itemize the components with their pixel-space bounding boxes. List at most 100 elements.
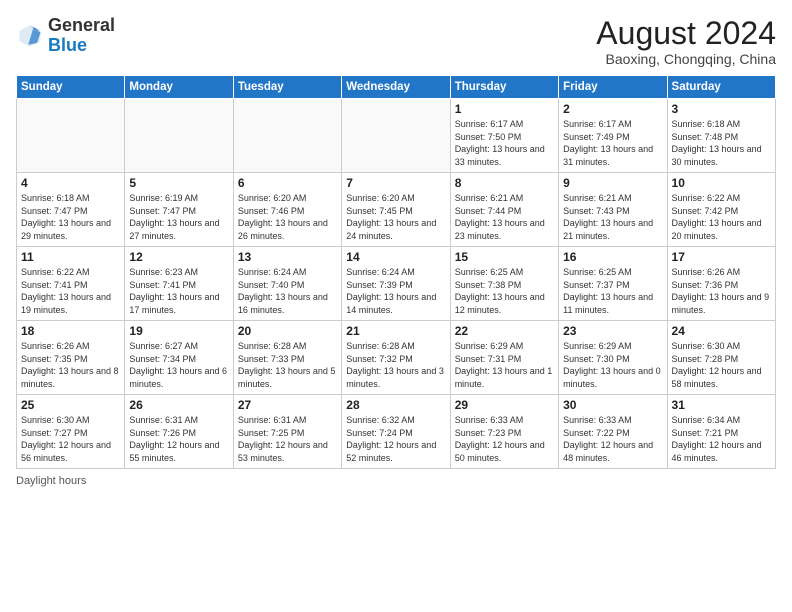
day-info: Sunrise: 6:17 AM Sunset: 7:49 PM Dayligh… [563,118,662,168]
day-cell: 31Sunrise: 6:34 AM Sunset: 7:21 PM Dayli… [667,395,775,469]
day-info: Sunrise: 6:20 AM Sunset: 7:45 PM Dayligh… [346,192,445,242]
day-info: Sunrise: 6:27 AM Sunset: 7:34 PM Dayligh… [129,340,228,390]
logo: General Blue [16,16,115,56]
day-info: Sunrise: 6:34 AM Sunset: 7:21 PM Dayligh… [672,414,771,464]
day-cell [125,99,233,173]
day-info: Sunrise: 6:19 AM Sunset: 7:47 PM Dayligh… [129,192,228,242]
day-info: Sunrise: 6:31 AM Sunset: 7:25 PM Dayligh… [238,414,337,464]
day-number: 22 [455,324,554,338]
day-cell: 29Sunrise: 6:33 AM Sunset: 7:23 PM Dayli… [450,395,558,469]
logo-icon [16,22,44,50]
day-info: Sunrise: 6:18 AM Sunset: 7:47 PM Dayligh… [21,192,120,242]
day-number: 9 [563,176,662,190]
day-info: Sunrise: 6:20 AM Sunset: 7:46 PM Dayligh… [238,192,337,242]
day-info: Sunrise: 6:29 AM Sunset: 7:30 PM Dayligh… [563,340,662,390]
day-cell: 12 Sunrise: 6:23 AM Sunset: 7:41 PM Dayli… [125,247,233,321]
day-cell: 14 Sunrise: 6:24 AM Sunset: 7:39 PM Dayli… [342,247,450,321]
day-number: 13 [238,250,337,264]
day-info: Sunrise: 6:25 AM Sunset: 7:37 PM Dayligh… [563,266,662,316]
day-cell: 15Sunrise: 6:25 AM Sunset: 7:38 PM Dayli… [450,247,558,321]
day-number: 19 [129,324,228,338]
day-number: 14 [346,250,445,264]
day-cell: 6 Sunrise: 6:20 AM Sunset: 7:46 PM Daylig… [233,173,341,247]
day-number: 18 [21,324,120,338]
day-number: 5 [129,176,228,190]
day-cell: 2 Sunrise: 6:17 AM Sunset: 7:49 PM Daylig… [559,99,667,173]
day-cell: 21Sunrise: 6:28 AM Sunset: 7:32 PM Dayli… [342,321,450,395]
day-cell: 5 Sunrise: 6:19 AM Sunset: 7:47 PM Daylig… [125,173,233,247]
day-info: Sunrise: 6:30 AM Sunset: 7:28 PM Dayligh… [672,340,771,390]
day-info: Sunrise: 6:32 AM Sunset: 7:24 PM Dayligh… [346,414,445,464]
day-info: Sunrise: 6:21 AM Sunset: 7:44 PM Dayligh… [455,192,554,242]
week-row-4: 18Sunrise: 6:26 AM Sunset: 7:35 PM Dayli… [17,321,776,395]
day-cell [342,99,450,173]
day-cell: 1 Sunrise: 6:17 AM Sunset: 7:50 PM Daylig… [450,99,558,173]
day-number: 15 [455,250,554,264]
day-number: 4 [21,176,120,190]
footer: Daylight hours [16,475,776,487]
day-cell: 13 Sunrise: 6:24 AM Sunset: 7:40 PM Dayli… [233,247,341,321]
day-info: Sunrise: 6:24 AM Sunset: 7:40 PM Dayligh… [238,266,337,316]
weekday-thursday: Thursday [450,76,558,99]
month-year: August 2024 [596,16,776,51]
day-cell: 17Sunrise: 6:26 AM Sunset: 7:36 PM Dayli… [667,247,775,321]
day-number: 11 [21,250,120,264]
day-cell: 3Sunrise: 6:18 AM Sunset: 7:48 PM Daylig… [667,99,775,173]
day-info: Sunrise: 6:33 AM Sunset: 7:23 PM Dayligh… [455,414,554,464]
day-info: Sunrise: 6:22 AM Sunset: 7:41 PM Dayligh… [21,266,120,316]
day-info: Sunrise: 6:31 AM Sunset: 7:26 PM Dayligh… [129,414,228,464]
day-cell: 8 Sunrise: 6:21 AM Sunset: 7:44 PM Daylig… [450,173,558,247]
day-number: 23 [563,324,662,338]
day-cell: 16 Sunrise: 6:25 AM Sunset: 7:37 PM Dayli… [559,247,667,321]
day-number: 21 [346,324,445,338]
day-cell: 22 Sunrise: 6:29 AM Sunset: 7:31 PM Dayli… [450,321,558,395]
day-number: 1 [455,102,554,116]
day-number: 16 [563,250,662,264]
day-cell: 19 Sunrise: 6:27 AM Sunset: 7:34 PM Dayli… [125,321,233,395]
day-cell: 4 Sunrise: 6:18 AM Sunset: 7:47 PM Daylig… [17,173,125,247]
day-number: 12 [129,250,228,264]
week-row-1: 1 Sunrise: 6:17 AM Sunset: 7:50 PM Daylig… [17,99,776,173]
day-cell: 27 Sunrise: 6:31 AM Sunset: 7:25 PM Dayli… [233,395,341,469]
day-info: Sunrise: 6:33 AM Sunset: 7:22 PM Dayligh… [563,414,662,464]
day-cell: 18Sunrise: 6:26 AM Sunset: 7:35 PM Dayli… [17,321,125,395]
week-row-5: 25Sunrise: 6:30 AM Sunset: 7:27 PM Dayli… [17,395,776,469]
day-cell [233,99,341,173]
day-number: 24 [672,324,771,338]
day-info: Sunrise: 6:23 AM Sunset: 7:41 PM Dayligh… [129,266,228,316]
header: General Blue August 2024 Baoxing, Chongq… [16,16,776,67]
week-row-3: 11 Sunrise: 6:22 AM Sunset: 7:41 PM Dayli… [17,247,776,321]
weekday-monday: Monday [125,76,233,99]
day-cell: 20 Sunrise: 6:28 AM Sunset: 7:33 PM Dayli… [233,321,341,395]
day-number: 20 [238,324,337,338]
week-row-2: 4 Sunrise: 6:18 AM Sunset: 7:47 PM Daylig… [17,173,776,247]
day-info: Sunrise: 6:24 AM Sunset: 7:39 PM Dayligh… [346,266,445,316]
day-number: 26 [129,398,228,412]
day-info: Sunrise: 6:22 AM Sunset: 7:42 PM Dayligh… [672,192,771,242]
day-number: 6 [238,176,337,190]
day-cell [17,99,125,173]
day-number: 27 [238,398,337,412]
day-number: 25 [21,398,120,412]
day-cell: 9Sunrise: 6:21 AM Sunset: 7:43 PM Daylig… [559,173,667,247]
day-info: Sunrise: 6:18 AM Sunset: 7:48 PM Dayligh… [672,118,771,168]
weekday-saturday: Saturday [667,76,775,99]
day-cell: 7 Sunrise: 6:20 AM Sunset: 7:45 PM Daylig… [342,173,450,247]
day-info: Sunrise: 6:29 AM Sunset: 7:31 PM Dayligh… [455,340,554,390]
day-number: 2 [563,102,662,116]
day-info: Sunrise: 6:17 AM Sunset: 7:50 PM Dayligh… [455,118,554,168]
day-info: Sunrise: 6:28 AM Sunset: 7:33 PM Dayligh… [238,340,337,390]
day-number: 28 [346,398,445,412]
day-number: 7 [346,176,445,190]
footer-label: Daylight hours [16,475,86,487]
logo-text: General Blue [48,16,115,56]
logo-general: General [48,15,115,35]
calendar: SundayMondayTuesdayWednesdayThursdayFrid… [16,75,776,469]
logo-blue: Blue [48,35,87,55]
day-number: 8 [455,176,554,190]
day-number: 30 [563,398,662,412]
day-cell: 23 Sunrise: 6:29 AM Sunset: 7:30 PM Dayli… [559,321,667,395]
day-cell: 28 Sunrise: 6:32 AM Sunset: 7:24 PM Dayli… [342,395,450,469]
day-cell: 25Sunrise: 6:30 AM Sunset: 7:27 PM Dayli… [17,395,125,469]
day-number: 17 [672,250,771,264]
